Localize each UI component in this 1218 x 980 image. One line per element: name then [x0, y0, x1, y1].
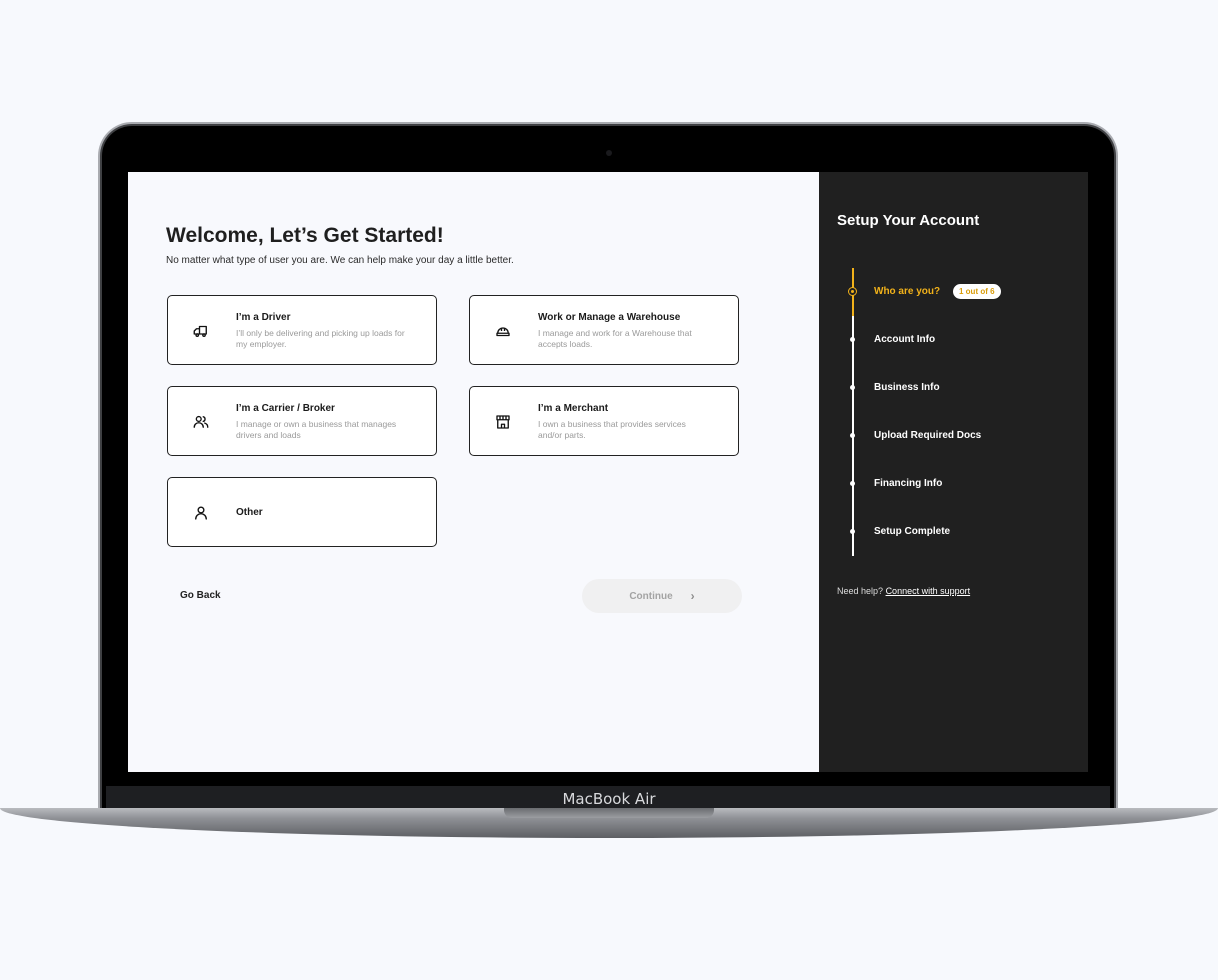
option-title: I’m a Carrier / Broker	[236, 403, 335, 414]
step-current-indicator	[848, 287, 857, 296]
device-label: MacBook Air	[562, 790, 656, 808]
step-dot	[850, 433, 855, 438]
option-card-merchant[interactable]: I’m a Merchant I own a business that pro…	[469, 386, 739, 456]
sidebar-title: Setup Your Account	[837, 212, 980, 229]
step-account-info[interactable]: Account Info	[874, 334, 935, 345]
step-upload-docs[interactable]: Upload Required Docs	[874, 430, 981, 441]
user-icon	[195, 506, 207, 520]
page-subtitle: No matter what type of user you are. We …	[166, 255, 514, 266]
page-title: Welcome, Let’s Get Started!	[166, 224, 444, 247]
camera-dot	[606, 150, 612, 156]
step-dot	[850, 529, 855, 534]
step-dot	[850, 481, 855, 486]
option-card-other[interactable]: Other	[167, 477, 437, 547]
chevron-right-icon: ›	[690, 589, 695, 603]
hard-hat-icon	[496, 327, 510, 337]
step-who-are-you[interactable]: Who are you?	[874, 286, 940, 297]
step-business-info[interactable]: Business Info	[874, 382, 940, 393]
users-icon	[193, 415, 209, 428]
progress-badge: 1 out of 6	[953, 284, 1001, 299]
continue-button[interactable]: Continue ›	[582, 579, 742, 613]
truck-icon	[193, 325, 207, 337]
app-screen: Welcome, Let’s Get Started! No matter wh…	[128, 172, 1088, 772]
help-text: Need help? Connect with support	[837, 586, 970, 596]
main-panel: Welcome, Let’s Get Started! No matter wh…	[128, 172, 819, 772]
support-link[interactable]: Connect with support	[886, 586, 971, 596]
option-title: I’m a Merchant	[538, 403, 609, 414]
option-card-carrier-broker[interactable]: I’m a Carrier / Broker I manage or own a…	[167, 386, 437, 456]
go-back-button[interactable]: Go Back	[180, 590, 221, 601]
option-card-warehouse[interactable]: Work or Manage a Warehouse I manage and …	[469, 295, 739, 365]
option-title: Work or Manage a Warehouse	[538, 312, 681, 323]
option-title: I’m a Driver	[236, 312, 291, 323]
option-description: I manage and work for a Warehouse that a…	[538, 328, 692, 349]
step-setup-complete[interactable]: Setup Complete	[874, 526, 950, 537]
option-card-driver[interactable]: I’m a Driver I’ll only be delivering and…	[167, 295, 437, 365]
storefront-icon	[496, 415, 510, 429]
step-dot	[850, 337, 855, 342]
setup-sidebar: Setup Your Account Who are you? 1 out of…	[819, 172, 1088, 772]
step-dot	[850, 385, 855, 390]
option-description: I manage or own a business that manages …	[236, 419, 397, 440]
option-description: I own a business that provides services …	[538, 419, 686, 440]
option-title: Other	[236, 507, 263, 518]
step-financing-info[interactable]: Financing Info	[874, 478, 942, 489]
option-description: I’ll only be delivering and picking up l…	[236, 328, 405, 349]
continue-label: Continue	[629, 590, 673, 602]
laptop-notch	[504, 808, 714, 818]
help-label: Need help?	[837, 586, 884, 596]
